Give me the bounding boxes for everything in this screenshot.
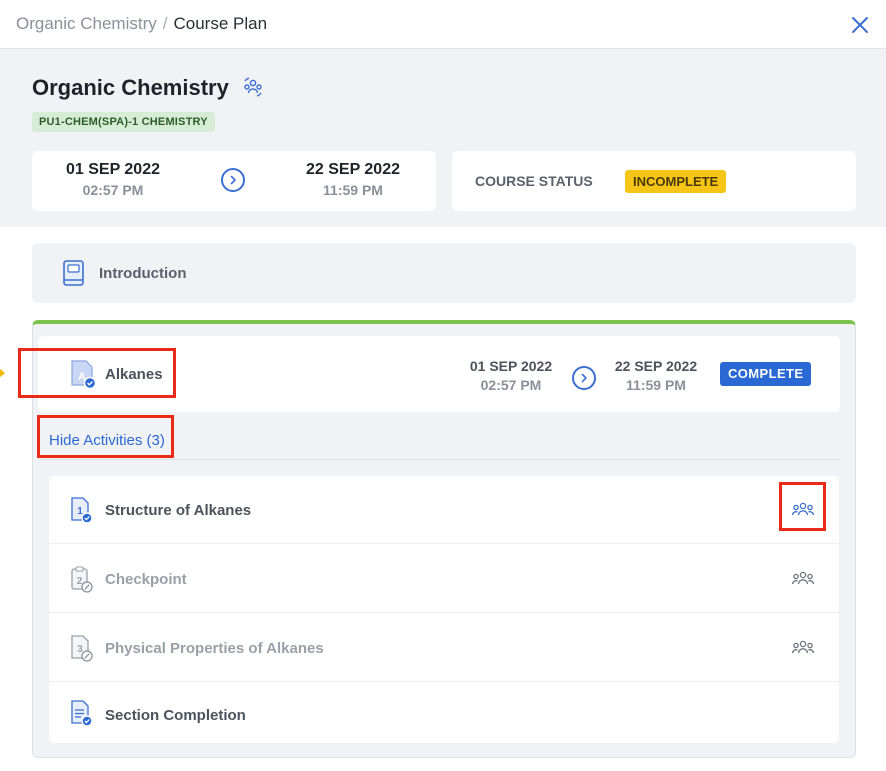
activity-label: Section Completion (105, 707, 246, 724)
course-end-date: 22 SEP 2022 (305, 161, 400, 178)
course-end-time: 11:59 PM (323, 182, 383, 198)
breadcrumb-parent[interactable]: Organic Chemistry (16, 14, 157, 34)
course-code-badge: PU1-CHEM(SPA)-1 CHEMISTRY (32, 112, 215, 132)
activity-row[interactable]: Section Completion (49, 683, 839, 743)
group-icon[interactable] (791, 500, 815, 520)
activity-row[interactable]: 1 Structure of Alkanes (49, 476, 839, 544)
section-end-time: 11:59 PM (626, 377, 686, 393)
course-date-card: 01 SEP 2022 02:57 PM 22 SEP 2022 11:59 P… (32, 151, 436, 211)
section-status-badge: COMPLETE (720, 362, 812, 386)
section-start-date: 01 SEP 2022 (469, 358, 553, 374)
section-start-time: 02:57 PM (480, 377, 542, 393)
hide-activities-link[interactable]: Hide Activities (3) (49, 432, 165, 449)
group-icon[interactable] (791, 638, 815, 658)
course-status-label: COURSE STATUS (475, 173, 593, 189)
close-icon[interactable] (850, 15, 870, 35)
course-status-card: COURSE STATUS INCOMPLETE (452, 151, 856, 211)
course-status-badge: INCOMPLETE (625, 170, 727, 193)
chevron-right-icon (221, 168, 245, 192)
activity-row[interactable]: 3 Physical Properties of Alkanes (49, 614, 839, 682)
group-icon[interactable] (791, 569, 815, 589)
introduction-label: Introduction (99, 265, 187, 282)
group-sync-icon[interactable] (242, 76, 264, 98)
divider (38, 459, 840, 460)
modal-header: Organic Chemistry / Course Plan (0, 0, 886, 49)
section-letter-icon: A (68, 358, 98, 390)
breadcrumb-separator: / (162, 14, 168, 33)
breadcrumb-current: Course Plan (173, 14, 268, 33)
introduction-row[interactable]: Introduction (32, 243, 856, 303)
activity-label: Checkpoint (105, 571, 187, 588)
course-header: Organic Chemistry PU1-CHEM(SPA)-1 CHEMIS… (0, 49, 886, 227)
chevron-right-icon (572, 366, 596, 390)
course-start: 01 SEP 2022 02:57 PM (48, 161, 178, 198)
section-panel: A Alkanes 01 SEP 2022 02:57 PM 22 SEP 20… (32, 320, 856, 758)
activity-label: Structure of Alkanes (105, 502, 252, 519)
section-label: Alkanes (105, 366, 163, 383)
activity-label: Physical Properties of Alkanes (105, 640, 324, 657)
course-plan-modal: Organic Chemistry / Course Plan Organic … (0, 0, 886, 771)
course-title: Organic Chemistry (32, 75, 229, 100)
section-end-date: 22 SEP 2022 (614, 358, 698, 374)
activity-row[interactable]: 2 Checkpoint (49, 545, 839, 613)
numbered-document-icon: 3 (69, 634, 95, 662)
current-section-pointer (0, 362, 5, 384)
section-start: 01 SEP 2022 02:57 PM (456, 358, 566, 393)
book-icon (62, 259, 86, 287)
numbered-document-icon: 1 (69, 496, 95, 524)
section-end: 22 SEP 2022 11:59 PM (601, 358, 711, 393)
clipboard-numbered-icon: 2 (69, 565, 95, 593)
activity-list: 1 Structure of Alkanes 2 Checkpoint 3 Ph… (49, 476, 839, 743)
course-start-time: 02:57 PM (82, 182, 144, 198)
section-row-alkanes[interactable]: A Alkanes 01 SEP 2022 02:57 PM 22 SEP 20… (38, 336, 840, 412)
course-end: 22 SEP 2022 11:59 PM (288, 161, 418, 198)
course-start-date: 01 SEP 2022 (65, 161, 160, 178)
list-document-icon (69, 699, 95, 727)
